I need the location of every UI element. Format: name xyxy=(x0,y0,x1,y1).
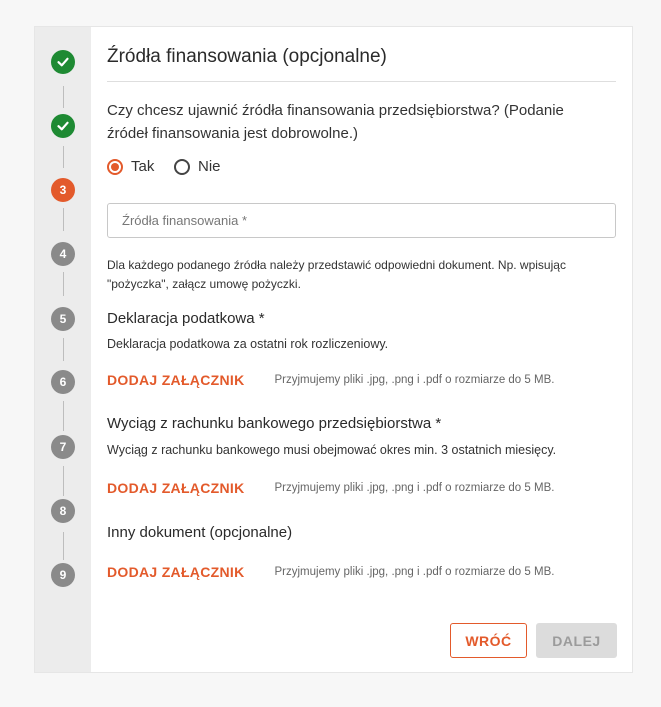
title-divider xyxy=(107,81,616,82)
step-9: 9 xyxy=(51,563,75,587)
step-3: 3 xyxy=(51,178,75,202)
attach-row-other: DODAJ ZAŁĄCZNIK Przyjmujemy pliki .jpg, … xyxy=(107,564,554,580)
check-icon xyxy=(57,121,69,131)
attach-hint: Przyjmujemy pliki .jpg, .png i .pdf o ro… xyxy=(274,566,555,578)
add-attachment-button-tax[interactable]: DODAJ ZAŁĄCZNIK xyxy=(107,372,245,388)
radio-no-control[interactable] xyxy=(174,158,190,175)
step-connector xyxy=(63,401,64,431)
check-icon xyxy=(57,57,69,67)
step-connector xyxy=(63,208,64,231)
step-8: 8 xyxy=(51,499,75,523)
step-connector xyxy=(63,466,64,496)
radio-yes[interactable]: Tak xyxy=(107,158,154,175)
section-tax-declaration-title: Deklaracja podatkowa * xyxy=(107,310,265,327)
funding-sources-input[interactable] xyxy=(107,203,616,238)
step-5: 5 xyxy=(51,307,75,331)
radio-no-label: Nie xyxy=(198,158,221,175)
section-tax-declaration-desc: Deklaracja podatkowa za ostatni rok rozl… xyxy=(107,337,389,351)
back-button[interactable]: WRÓĆ xyxy=(450,623,527,658)
add-attachment-button-other[interactable]: DODAJ ZAŁĄCZNIK xyxy=(107,564,245,580)
step-1 xyxy=(51,50,75,74)
radio-yes-label: Tak xyxy=(131,158,155,175)
radio-yes-control[interactable] xyxy=(107,158,123,175)
step-connector xyxy=(63,86,64,108)
step-6: 6 xyxy=(51,370,75,394)
next-button[interactable]: DALEJ xyxy=(536,623,617,658)
section-bank-statement-desc: Wyciąg z rachunku bankowego musi obejmow… xyxy=(107,443,557,457)
disclosure-question: Czy chcesz ujawnić źródła finansowania p… xyxy=(107,102,564,142)
step-4: 4 xyxy=(51,242,75,266)
radio-no[interactable]: Nie xyxy=(174,158,221,175)
attach-row-tax: DODAJ ZAŁĄCZNIK Przyjmujemy pliki .jpg, … xyxy=(107,372,554,388)
section-other-document-title: Inny dokument (opcjonalne) xyxy=(107,524,293,541)
step-7: 7 xyxy=(51,435,75,459)
attach-hint: Przyjmujemy pliki .jpg, .png i .pdf o ro… xyxy=(274,374,555,386)
step-connector xyxy=(63,338,64,361)
stepper: 3 4 5 6 7 8 9 xyxy=(35,27,91,672)
attach-row-bank: DODAJ ZAŁĄCZNIK Przyjmujemy pliki .jpg, … xyxy=(107,480,554,496)
funding-note: Dla każdego podanego źródła należy przed… xyxy=(107,258,566,291)
section-bank-statement-title: Wyciąg z rachunku bankowego przedsiębior… xyxy=(107,415,442,432)
attach-hint: Przyjmujemy pliki .jpg, .png i .pdf o ro… xyxy=(274,482,555,494)
step-2 xyxy=(51,114,75,138)
add-attachment-button-bank[interactable]: DODAJ ZAŁĄCZNIK xyxy=(107,480,245,496)
form-card: 3 4 5 6 7 8 9 Źródła finansowania (opcjo… xyxy=(34,26,633,673)
step-connector xyxy=(63,532,64,560)
step-connector xyxy=(63,146,64,168)
step-connector xyxy=(63,272,64,296)
page-title: Źródła finansowania (opcjonalne) xyxy=(107,46,387,67)
